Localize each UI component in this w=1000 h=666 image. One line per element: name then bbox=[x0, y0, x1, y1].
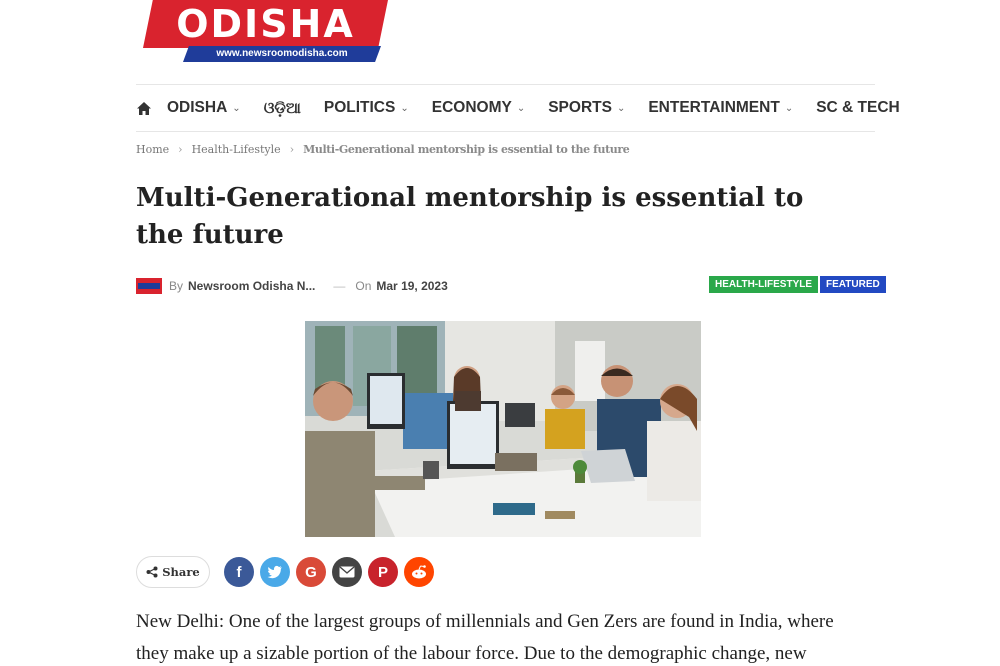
body-paragraph-line: New Delhi: One of the largest groups of … bbox=[136, 611, 834, 632]
facebook-icon: f bbox=[236, 563, 242, 581]
tag-featured[interactable]: FEATURED bbox=[820, 276, 886, 293]
nav-item-economy[interactable]: ECONOMY ⌄ bbox=[432, 99, 525, 117]
site-logo[interactable]: ODISHA www.newsroomodisha.com bbox=[143, 0, 388, 64]
reddit-share-button[interactable] bbox=[404, 557, 434, 587]
email-icon bbox=[339, 566, 355, 578]
nav-item-label: SC & TECH bbox=[816, 99, 900, 116]
article-title: Multi-Generational mentorship is essenti… bbox=[136, 183, 804, 250]
nav-item-label: ECONOMY bbox=[431, 99, 512, 116]
nav-item-odia[interactable]: ଓଡ଼ିଆ bbox=[264, 99, 301, 118]
nav-item-label: ଓଡ଼ିଆ bbox=[263, 98, 301, 117]
nav-item-label: SPORTS bbox=[548, 99, 612, 116]
article-tags: HEALTH-LIFESTYLE FEATURED bbox=[709, 276, 886, 293]
author-avatar[interactable] bbox=[136, 278, 162, 294]
body-paragraph-line: they make up a sizable portion of the la… bbox=[136, 643, 807, 664]
nav-item-politics[interactable]: POLITICS ⌄ bbox=[324, 99, 409, 117]
share-row: Share f G P bbox=[136, 556, 434, 588]
google-share-button[interactable]: G bbox=[296, 557, 326, 587]
office-team-illustration bbox=[305, 321, 701, 537]
meta-divider: — bbox=[333, 279, 346, 293]
by-label: By bbox=[169, 279, 184, 293]
breadcrumb-current: Multi-Generational mentorship is essenti… bbox=[303, 143, 630, 156]
nav-item-label: ODISHA bbox=[167, 99, 228, 116]
breadcrumb-category[interactable]: Health-Lifestyle bbox=[192, 143, 281, 156]
on-label: On bbox=[355, 279, 372, 293]
article-body: New Delhi: One of the largest groups of … bbox=[136, 606, 876, 666]
facebook-share-button[interactable]: f bbox=[224, 557, 254, 587]
email-share-button[interactable] bbox=[332, 557, 362, 587]
breadcrumb: Home › Health-Lifestyle › Multi-Generati… bbox=[136, 143, 630, 156]
share-icon bbox=[146, 566, 158, 578]
home-nav-button[interactable] bbox=[136, 101, 152, 116]
share-button[interactable]: Share bbox=[136, 556, 210, 588]
chevron-down-icon: ⌄ bbox=[784, 102, 794, 114]
chevron-down-icon: ⌄ bbox=[400, 102, 409, 114]
tag-health-lifestyle[interactable]: HEALTH-LIFESTYLE bbox=[709, 276, 819, 293]
reddit-icon bbox=[412, 565, 426, 579]
nav-item-label: POLITICS bbox=[323, 99, 396, 116]
publish-date: Mar 19, 2023 bbox=[376, 279, 448, 293]
share-label: Share bbox=[162, 565, 200, 579]
nav-item-sc-tech[interactable]: SC & TECH bbox=[816, 99, 900, 117]
main-nav: ODISHA ⌄ ଓଡ଼ିଆ POLITICS ⌄ ECONOMY ⌄ SPOR… bbox=[136, 84, 900, 132]
nav-item-label: ENTERTAINMENT bbox=[648, 99, 780, 116]
home-icon bbox=[137, 101, 151, 115]
chevron-right-icon: › bbox=[289, 143, 295, 156]
breadcrumb-home[interactable]: Home bbox=[136, 143, 169, 156]
twitter-icon bbox=[267, 565, 282, 579]
pinterest-icon: P bbox=[377, 563, 388, 581]
article-meta: By Newsroom Odisha N... — On Mar 19, 202… bbox=[136, 278, 448, 294]
nav-item-odisha[interactable]: ODISHA ⌄ bbox=[167, 99, 241, 117]
chevron-down-icon: ⌄ bbox=[616, 102, 626, 114]
article-featured-image[interactable] bbox=[305, 321, 701, 537]
logo-text: ODISHA bbox=[176, 2, 355, 46]
logo-url: www.newsroomodisha.com bbox=[216, 48, 348, 59]
nav-item-entertainment[interactable]: ENTERTAINMENT ⌄ bbox=[648, 99, 793, 117]
chevron-down-icon: ⌄ bbox=[232, 102, 241, 114]
nav-item-sports[interactable]: SPORTS ⌄ bbox=[548, 99, 625, 117]
author-name[interactable]: Newsroom Odisha N... bbox=[188, 279, 315, 293]
pinterest-share-button[interactable]: P bbox=[368, 557, 398, 587]
chevron-right-icon: › bbox=[178, 143, 183, 156]
twitter-share-button[interactable] bbox=[260, 557, 290, 587]
chevron-down-icon: ⌄ bbox=[516, 102, 526, 114]
google-icon: G bbox=[305, 563, 317, 581]
